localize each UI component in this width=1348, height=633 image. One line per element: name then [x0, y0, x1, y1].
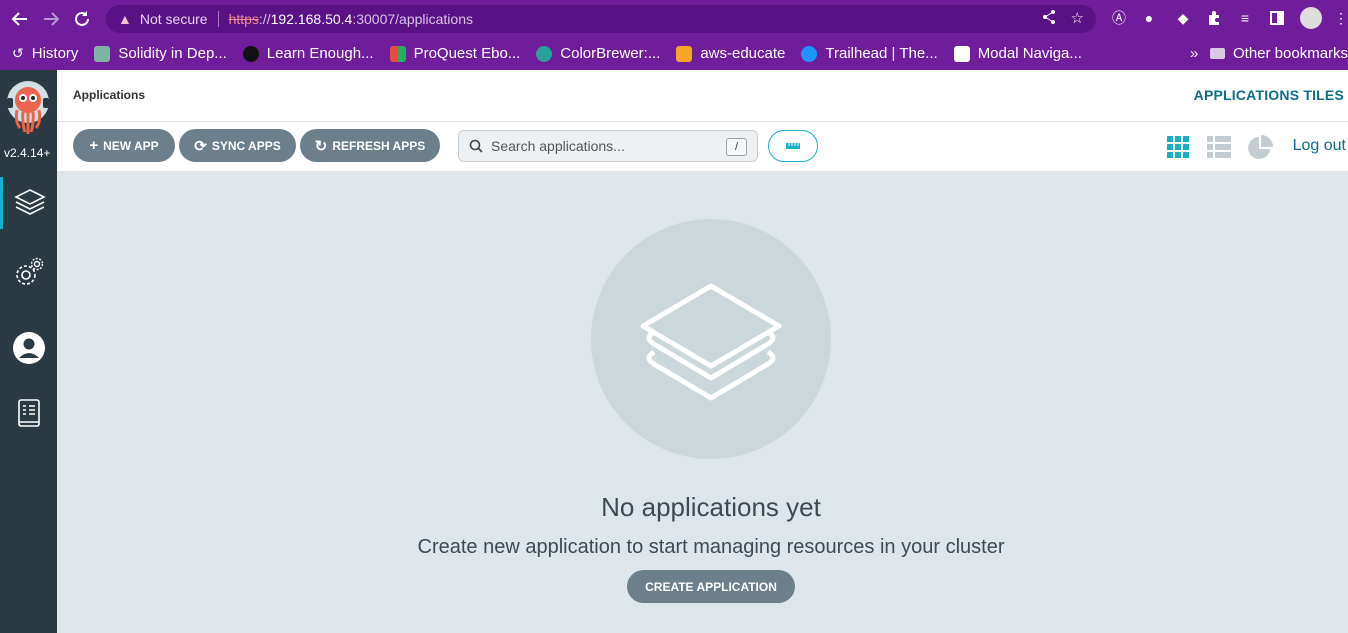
media-queue-icon[interactable]: ≡: [1236, 9, 1254, 27]
folder-icon: [1210, 48, 1225, 59]
url-path: :30007/applications: [352, 11, 473, 27]
bookmark-learn-enough[interactable]: Learn Enough...: [242, 45, 374, 62]
apps-toolbar: + NEW APP ⟳ SYNC APPS ↻ REFRESH APPS /: [57, 122, 1348, 172]
version-label: v2.4.14+: [4, 146, 51, 160]
bookmark-label: ColorBrewer:...: [560, 45, 661, 62]
bookmark-trailhead[interactable]: Trailhead | The...: [801, 45, 938, 62]
bookmark-label: Modal Naviga...: [977, 45, 1082, 62]
url-scheme: https: [228, 11, 259, 27]
list-view-icon[interactable]: [1207, 135, 1231, 159]
profile-avatar[interactable]: [1300, 7, 1322, 29]
empty-state-title: No applications yet: [601, 492, 821, 522]
page-title[interactable]: Applications: [73, 88, 145, 102]
learn-enough-favicon: [242, 45, 259, 62]
arrow-right-icon: [44, 11, 60, 26]
sidebar-item-applications[interactable]: [0, 177, 57, 229]
overflow-label: »: [1190, 45, 1199, 62]
layers-icon: [640, 283, 782, 401]
page-header: Applications APPLICATIONS TILES: [57, 70, 1348, 122]
tiles-view-icon[interactable]: [1167, 135, 1191, 159]
trailhead-favicon: [801, 45, 818, 62]
main-content: No applications yet Create new applicati…: [57, 172, 1348, 633]
sidebar-item-user-info[interactable]: [0, 322, 57, 374]
sync-apps-label: SYNC APPS: [211, 138, 281, 153]
search-box: /: [458, 130, 758, 162]
sidepanel-icon[interactable]: [1268, 9, 1286, 27]
search-icon: [469, 139, 483, 153]
empty-state-illustration: [591, 219, 831, 459]
refresh-apps-label: REFRESH APPS: [332, 138, 426, 153]
user-icon: [12, 332, 45, 364]
logout-link[interactable]: Log out: [1293, 137, 1346, 155]
address-bar[interactable]: ▲ Not secure https://192.168.50.4:30007/…: [106, 5, 1096, 33]
solidity-favicon: [94, 45, 111, 62]
arrow-left-icon: [11, 11, 27, 26]
bookmark-label: Solidity in Dep...: [118, 45, 227, 62]
sync-apps-button[interactable]: ⟳ SYNC APPS: [179, 129, 296, 162]
bookmark-aws-educate[interactable]: aws-educate: [676, 45, 785, 62]
bookmark-label: Learn Enough...: [266, 45, 374, 62]
reload-button[interactable]: [71, 8, 93, 30]
bookmark-solidity[interactable]: Solidity in Dep...: [94, 45, 227, 62]
new-app-button[interactable]: + NEW APP: [73, 129, 175, 162]
warning-icon: ▲: [118, 11, 132, 27]
bookmark-modal-navigation[interactable]: Modal Naviga...: [953, 45, 1082, 62]
refresh-icon: ↻: [314, 137, 328, 155]
star-icon[interactable]: ☆: [1071, 9, 1084, 29]
bookmarks-bar: ↺ History Solidity in Dep... Learn Enoug…: [0, 37, 1348, 70]
colorbrewer-favicon: [536, 45, 553, 62]
sidebar-item-settings[interactable]: [0, 246, 57, 298]
create-application-button[interactable]: CREATE APPLICATION: [627, 570, 795, 603]
refresh-apps-button[interactable]: ↻ REFRESH APPS: [300, 129, 440, 162]
other-bookmarks-label: Other bookmarks: [1233, 45, 1348, 62]
bookmark-label: Trailhead | The...: [825, 45, 938, 62]
bookmark-label: aws-educate: [700, 45, 786, 62]
search-shortcut-hint: /: [726, 138, 747, 156]
gear-icon: [15, 257, 43, 285]
url-scheme-separator: ://: [258, 11, 271, 27]
back-button[interactable]: [9, 8, 31, 30]
security-label[interactable]: Not secure: [140, 11, 208, 27]
bookmark-proquest[interactable]: ProQuest Ebo...: [389, 45, 521, 62]
ruler-icon: [786, 143, 800, 149]
forward-button[interactable]: [40, 8, 62, 30]
share-icon[interactable]: [1041, 9, 1057, 29]
summary-view-icon[interactable]: [1247, 135, 1273, 159]
bookmarks-overflow-button[interactable]: »: [1190, 45, 1198, 62]
bookmark-label: ProQuest Ebo...: [413, 45, 521, 62]
divider: [217, 11, 219, 27]
history-icon: ↺: [12, 45, 24, 61]
url-host: 192.168.50.4: [270, 11, 353, 27]
sidebar-item-docs[interactable]: [0, 388, 57, 440]
bookmark-label: History: [31, 45, 79, 62]
extension-color-icon[interactable]: ●: [1140, 9, 1158, 27]
bookmark-history[interactable]: ↺ History: [12, 45, 78, 62]
sync-icon: ⟳: [194, 137, 207, 155]
argo-logo[interactable]: [5, 80, 51, 140]
layers-icon: [14, 189, 46, 215]
extensions-puzzle-icon[interactable]: [1205, 9, 1223, 27]
aws-favicon: [676, 45, 693, 62]
bookmark-colorbrewer[interactable]: ColorBrewer:...: [536, 45, 660, 62]
new-app-label: NEW APP: [103, 138, 159, 153]
empty-state-subtitle: Create new application to start managing…: [417, 536, 1005, 558]
extension-a-icon[interactable]: Ⓐ: [1110, 9, 1128, 27]
reload-icon: [75, 10, 89, 26]
view-title: APPLICATIONS TILES: [1193, 87, 1344, 103]
menu-kebab-icon[interactable]: ⋮: [1332, 9, 1348, 27]
browser-toolbar: ▲ Not secure https://192.168.50.4:30007/…: [0, 0, 1348, 37]
docs-icon: [17, 399, 40, 427]
search-input[interactable]: [491, 138, 721, 154]
filter-toggle-button[interactable]: [768, 130, 818, 162]
sidebar: v2.4.14+: [0, 70, 57, 633]
modal-nav-favicon: [953, 45, 970, 62]
other-bookmarks[interactable]: Other bookmarks: [1210, 45, 1348, 62]
proquest-favicon: [389, 45, 406, 62]
extension-orange-icon[interactable]: ◆: [1174, 9, 1192, 27]
plus-icon: +: [89, 137, 99, 154]
